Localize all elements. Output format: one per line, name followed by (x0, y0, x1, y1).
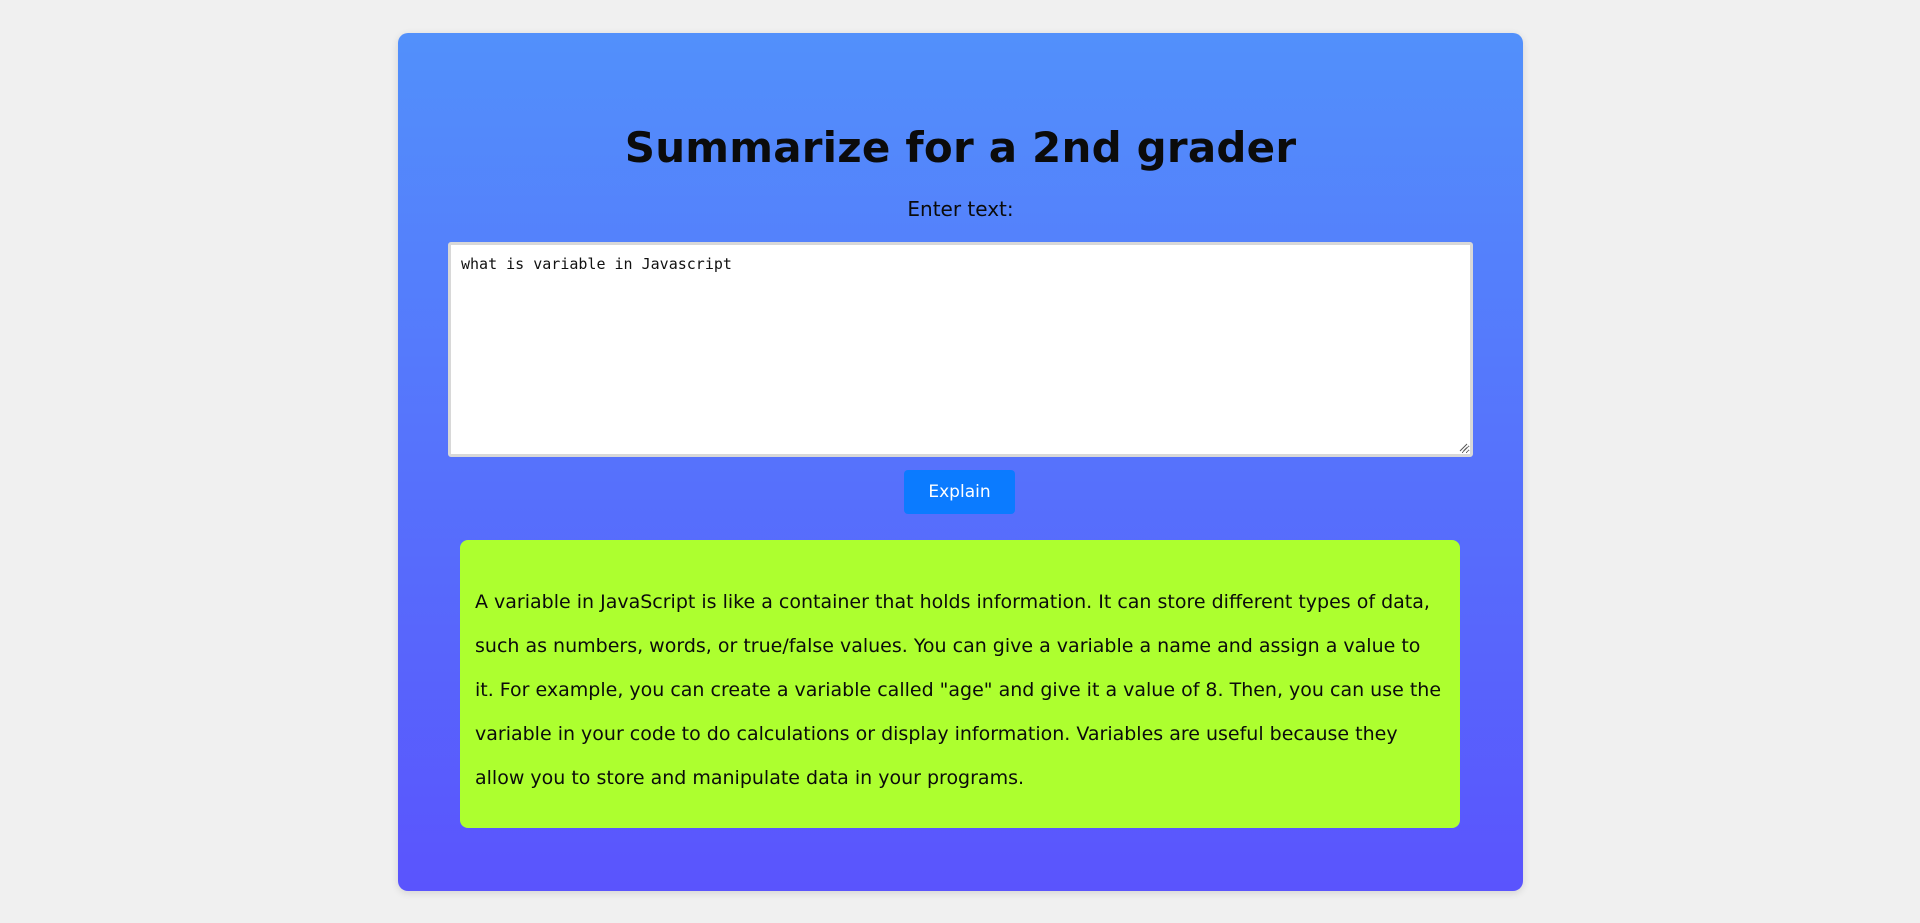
explain-button[interactable]: Explain (904, 470, 1015, 514)
input-label: Enter text: (907, 197, 1014, 221)
text-input[interactable] (448, 242, 1473, 457)
resize-handle-icon[interactable] (1458, 442, 1468, 452)
page-title: Summarize for a 2nd grader (624, 123, 1297, 172)
summarizer-card: Summarize for a 2nd grader Enter text: E… (398, 33, 1523, 891)
summary-result: A variable in JavaScript is like a conta… (460, 540, 1460, 828)
